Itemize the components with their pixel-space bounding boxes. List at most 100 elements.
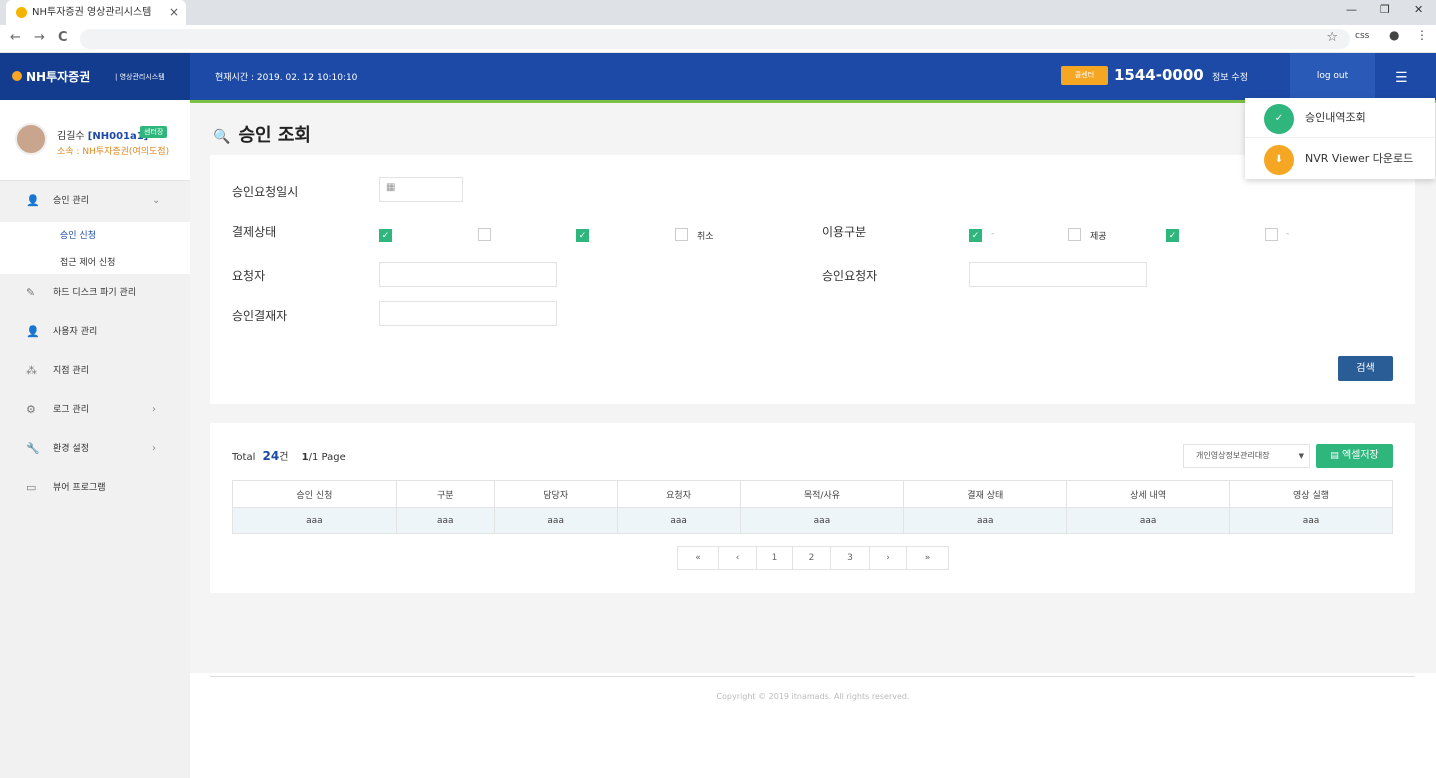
use-type-checkbox-1[interactable]: ✓ [969, 229, 982, 242]
total-unit: 건 [279, 452, 289, 463]
page-3-button[interactable]: 3 [830, 546, 870, 570]
column-header: 담당자 [493, 480, 618, 508]
table-cell: aaa [395, 507, 495, 534]
total-label: Total [232, 452, 256, 463]
sidebar-item-viewer[interactable]: ▭ 뷰어 프로그램 [0, 469, 190, 507]
role-badge: 센터장 [140, 126, 168, 138]
approver-input[interactable] [379, 301, 557, 326]
sidebar-item-label: 사용자 관리 [53, 327, 98, 337]
tab-close-icon[interactable]: × [169, 0, 179, 25]
monitor-icon: ▭ [26, 481, 37, 494]
profile-name: 김길수 [NH001a1] [57, 131, 149, 142]
minimize-icon[interactable]: — [1346, 3, 1357, 16]
phone-number: 1544-0000 [1114, 66, 1204, 84]
excel-icon: ▤ [1330, 451, 1339, 461]
approver-label: 승인결재자 [232, 309, 288, 323]
table-cell: aaa [739, 507, 905, 534]
sidebar-item-logs[interactable]: ⚙ 로그 관리 › [0, 391, 190, 429]
user-icon: 👤 [26, 325, 40, 338]
requester-label: 요청자 [232, 269, 266, 283]
copyright: Copyright © 2019 itnamads. All rights re… [716, 692, 910, 701]
sidebar-item-hdd[interactable]: ✎ 하드 디스크 파기 관리 [0, 274, 190, 312]
total-count: 24 [262, 449, 280, 463]
more-icon[interactable]: ⋮ [1416, 28, 1428, 42]
use-type-label: 이용구분 [822, 225, 867, 239]
dropdown-item-label: 승인내역조회 [1305, 111, 1366, 124]
chevron-down-icon: ⌄ [152, 195, 161, 206]
account-icon[interactable]: ● [1389, 28, 1399, 42]
table-cell: aaa [493, 507, 618, 534]
page-next-button[interactable]: › [869, 546, 907, 570]
page-prev-button[interactable]: ‹ [718, 546, 757, 570]
favicon-icon [16, 7, 27, 18]
logout-button[interactable]: log out [1290, 53, 1375, 100]
window-close-icon[interactable]: ✕ [1414, 3, 1423, 16]
column-header: 목적/사유 [739, 480, 905, 508]
page-last-button[interactable]: » [906, 546, 949, 570]
profile-org: 소속 : NH투자증권(여의도점) [57, 147, 170, 157]
info-edit-link[interactable]: 정보 수정 [1212, 70, 1248, 83]
total-summary: Total 24건 1/1 Page [232, 448, 346, 463]
use-type-option-1-label: - [991, 229, 995, 239]
css-extension-icon[interactable]: css [1355, 31, 1369, 41]
current-time: 현재시간 : 2019. 02. 12 10:10:10 [215, 73, 358, 83]
page-1-button[interactable]: 1 [756, 546, 793, 570]
use-type-checkbox-3[interactable]: ✓ [1166, 229, 1179, 242]
column-header: 결재 상태 [903, 480, 1068, 508]
approve-requester-label: 승인요청자 [822, 269, 878, 283]
sidebar-sub-access-control[interactable]: 접근 제어 신청 [60, 255, 115, 268]
bookmark-star-icon[interactable]: ☆ [1326, 30, 1338, 45]
use-type-option-4-label: - [1286, 229, 1290, 239]
browser-tab[interactable]: NH투자증권 영상관리시스템 × [6, 0, 186, 25]
sidebar-item-branches[interactable]: ⁂ 지점 관리 [0, 352, 190, 390]
pay-status-checkbox-cancel[interactable] [675, 228, 688, 241]
approve-requester-input[interactable] [969, 262, 1147, 287]
dropdown-item-nvr-download[interactable]: ⬇ NVR Viewer 다운로드 [1245, 139, 1435, 179]
sidebar-item-settings[interactable]: 🔧 환경 설정 › [0, 430, 190, 468]
page-first-button[interactable]: « [677, 546, 719, 570]
reload-icon[interactable]: C [58, 30, 68, 45]
use-type-checkbox-4[interactable] [1265, 228, 1278, 241]
pay-status-checkbox-1[interactable]: ✓ [379, 229, 392, 242]
logo[interactable]: NH투자증권 | 영상관리시스템 [0, 53, 190, 100]
forward-icon[interactable]: → [34, 30, 45, 45]
column-header: 영상 실행 [1229, 480, 1393, 508]
page-2-button[interactable]: 2 [792, 546, 831, 570]
table-header-row: 승인 신청 구분 담당자 요청자 목적/사유 결재 상태 상세 내역 영상 실행 [232, 480, 1393, 508]
excel-save-button[interactable]: ▤ 엑셀저장 [1316, 444, 1393, 468]
approval-table: 승인 신청 구분 담당자 요청자 목적/사유 결재 상태 상세 내역 영상 실행… [232, 480, 1393, 534]
select-caret-icon: ▼ [1298, 452, 1304, 460]
sidebar-item-approval[interactable]: 👤 승인 관리 ⌄ [0, 182, 190, 220]
calendar-icon: ▦ [386, 182, 396, 193]
dropdown-item-approval-history[interactable]: ✓ 승인내역조회 [1245, 98, 1435, 138]
sidebar-item-label: 지점 관리 [53, 366, 89, 376]
sidebar-item-label: 하드 디스크 파기 관리 [53, 288, 137, 298]
profile-card: 김길수 [NH001a1] 센터장 소속 : NH투자증권(여의도점) [0, 100, 190, 181]
use-type-checkbox-provide[interactable] [1068, 228, 1081, 241]
sidebar-sub-approval-request[interactable]: 승인 신청 [60, 228, 96, 241]
back-icon[interactable]: ← [10, 30, 21, 45]
hamburger-menu-icon[interactable]: ☰ [1395, 70, 1408, 86]
search-button[interactable]: 검색 [1338, 356, 1393, 381]
dropdown-item-label: NVR Viewer 다운로드 [1305, 152, 1414, 165]
url-input[interactable]: ☆ [80, 29, 1350, 49]
pay-status-checkbox-3[interactable]: ✓ [576, 229, 589, 242]
pay-status-checkbox-2[interactable] [478, 228, 491, 241]
date-input[interactable]: ▦ [379, 177, 463, 202]
sidebar-submenu: 승인 신청 접근 제어 신청 [0, 222, 190, 274]
sidebar: 김길수 [NH001a1] 센터장 소속 : NH투자증권(여의도점) 👤 승인… [0, 100, 190, 778]
pay-status-label: 결제상태 [232, 225, 277, 239]
requester-input[interactable] [379, 262, 557, 287]
sidebar-item-users[interactable]: 👤 사용자 관리 [0, 313, 190, 351]
sidebar-item-label: 로그 관리 [53, 405, 89, 415]
footer-divider [210, 676, 1415, 677]
page-current: 1 [301, 452, 309, 463]
report-type-select[interactable]: 개인영상정보관리대장 ▼ [1183, 444, 1310, 468]
logo-mark-icon [12, 71, 22, 81]
search-icon: 🔍 [213, 129, 231, 145]
logo-text: NH투자증권 [26, 70, 91, 84]
maximize-icon[interactable]: ❐ [1380, 3, 1390, 16]
table-cell: aaa [232, 507, 397, 534]
table-row[interactable]: aaa aaa aaa aaa aaa aaa aaa aaa [232, 507, 1393, 534]
column-header: 구분 [395, 480, 495, 508]
